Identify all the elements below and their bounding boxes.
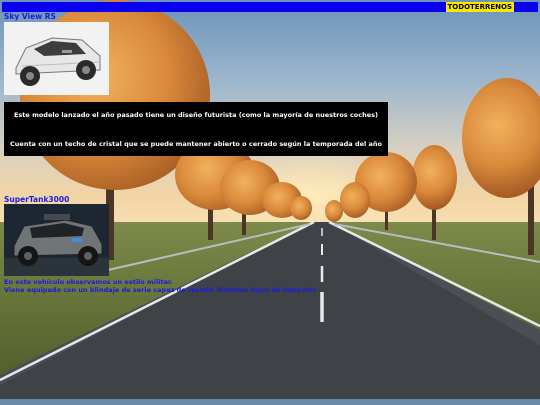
top-bar: TODOTERRENOS [2, 2, 538, 12]
car-title-supertank[interactable]: SuperTank3000 [4, 195, 69, 204]
description-line-1: Este modelo lanzado el año pasado tiene … [13, 111, 378, 119]
car-image-sky-view[interactable] [4, 22, 109, 95]
military-armored-vehicle-icon [4, 204, 109, 276]
military-description-line-1: En este vehículo observamos un estilo mi… [4, 278, 173, 286]
car-title-sky-view[interactable]: Sky View RS [4, 12, 56, 21]
white-suv-car-icon [4, 22, 109, 95]
brand-logo[interactable]: TODOTERRENOS [445, 2, 514, 12]
bottom-strip [0, 399, 540, 405]
description-line-2: Cuenta con un techo de cristal que se pu… [10, 140, 382, 148]
car-image-supertank[interactable] [4, 204, 109, 276]
military-description-line-2: Viene equipado con un blindaje de serie … [4, 286, 316, 294]
description-box: Este modelo lanzado el año pasado tiene … [4, 102, 388, 156]
